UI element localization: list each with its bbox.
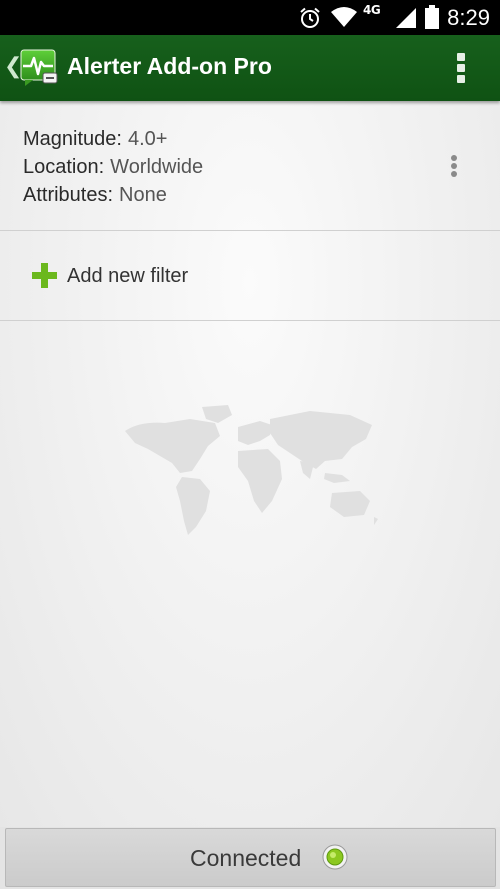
- attributes-value: None: [119, 184, 167, 206]
- app-title: Alerter Add-on Pro: [67, 53, 272, 79]
- location-value: Worldwide: [110, 156, 204, 178]
- magnitude-value: 4.0+: [127, 128, 168, 150]
- filter-item[interactable]: Magnitude: 4.0+ Location: Worldwide Attrib…: [0, 101, 500, 231]
- magnitude-label: Magnitude:: [23, 128, 122, 150]
- connection-status-label: Connected: [190, 845, 302, 871]
- connection-status-button[interactable]: Connected: [5, 828, 496, 887]
- alarm-icon: [300, 7, 320, 28]
- content-area: Magnitude: 4.0+ Location: Worldwide Attrib…: [0, 101, 500, 827]
- add-filter-button[interactable]: Add new filter: [0, 231, 500, 321]
- magnitude-row: Magnitude: 4.0+: [23, 128, 167, 151]
- earthquake-alerter-icon[interactable]: [19, 48, 59, 88]
- bottom-bar: Connected: [0, 827, 500, 889]
- add-filter-label: Add new filter: [67, 265, 189, 287]
- network-type-label: 4G: [363, 3, 381, 17]
- connection-status-icon: [322, 844, 348, 870]
- attributes-row: Attributes: None: [23, 184, 167, 207]
- clock: 8:29: [447, 5, 490, 30]
- wifi-icon: [331, 7, 357, 27]
- action-bar: ❮ Alerter Add-on Pro: [0, 35, 500, 101]
- world-map-watermark: [125, 405, 378, 535]
- attributes-label: Attributes:: [23, 184, 114, 206]
- plus-icon: [32, 263, 57, 288]
- signal-icon: [396, 8, 416, 28]
- location-label: Location:: [23, 156, 105, 178]
- location-row: Location: Worldwide: [23, 156, 203, 179]
- filter-overflow-menu-icon[interactable]: [446, 153, 462, 179]
- status-bar: 4G 8:29: [0, 0, 500, 35]
- overflow-menu-icon[interactable]: [448, 49, 474, 87]
- battery-icon: [425, 5, 439, 29]
